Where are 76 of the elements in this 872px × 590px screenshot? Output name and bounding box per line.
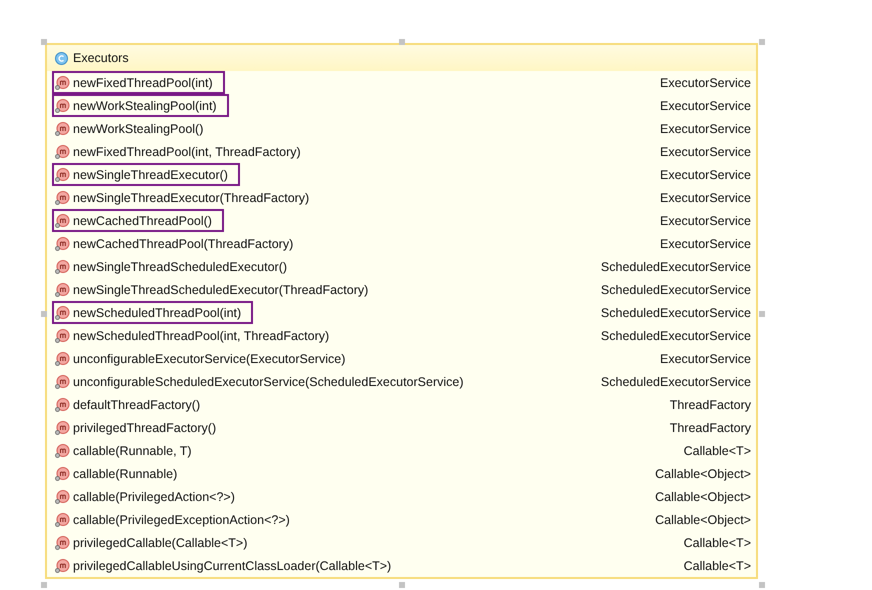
method-icon bbox=[55, 236, 70, 250]
method-icon bbox=[55, 374, 70, 388]
method-icon bbox=[55, 190, 70, 204]
return-type: ScheduledExecutorService bbox=[600, 260, 751, 274]
method-name: newWorkStealingPool() bbox=[73, 122, 204, 136]
method-icon bbox=[55, 466, 70, 480]
method-name: privilegedThreadFactory() bbox=[73, 420, 216, 434]
method-icon bbox=[55, 512, 70, 526]
return-type: Callable<T> bbox=[684, 444, 751, 458]
method-name: callable(Runnable, T) bbox=[73, 444, 192, 458]
method-name: newSingleThreadExecutor() bbox=[73, 168, 228, 182]
return-type: ScheduledExecutorService bbox=[600, 282, 751, 296]
method-name: newScheduledThreadPool(int, ThreadFactory) bbox=[73, 328, 330, 342]
method-name: newCachedThreadPool(ThreadFactory) bbox=[73, 236, 294, 250]
return-type: ExecutorService bbox=[660, 190, 751, 204]
method-name: newCachedThreadPool() bbox=[73, 214, 212, 228]
return-type: ScheduledExecutorService bbox=[600, 306, 751, 320]
method-icon bbox=[55, 398, 70, 412]
method-icon bbox=[55, 214, 70, 228]
return-type: ExecutorService bbox=[660, 236, 751, 250]
method-icon bbox=[55, 168, 70, 182]
method-name: defaultThreadFactory() bbox=[73, 398, 200, 412]
return-type: ExecutorService bbox=[660, 214, 751, 228]
method-name: newWorkStealingPool(int) bbox=[73, 98, 217, 112]
return-type: Callable<Object> bbox=[655, 490, 751, 504]
method-icon bbox=[55, 490, 70, 504]
method-icon bbox=[55, 420, 70, 434]
method-name: newSingleThreadScheduledExecutor(ThreadFactory) bbox=[73, 282, 368, 296]
method-icon bbox=[55, 144, 70, 158]
method-icon bbox=[55, 328, 70, 342]
return-type: Callable<T> bbox=[684, 536, 751, 550]
resize-handle[interactable] bbox=[759, 582, 765, 588]
class-icon bbox=[55, 52, 68, 64]
return-type: Callable<T> bbox=[684, 558, 751, 572]
method-name: newFixedThreadPool(int) bbox=[73, 76, 213, 90]
method-name: newScheduledThreadPool(int) bbox=[73, 306, 242, 320]
method-icon bbox=[55, 306, 70, 320]
method-name: newFixedThreadPool(int, ThreadFactory) bbox=[73, 144, 301, 158]
resize-handle[interactable] bbox=[759, 39, 765, 45]
method-name: newSingleThreadScheduledExecutor() bbox=[73, 260, 288, 274]
method-icon bbox=[55, 282, 70, 296]
method-icon bbox=[55, 98, 70, 112]
return-type: ExecutorService bbox=[660, 144, 751, 158]
return-type: ExecutorService bbox=[660, 98, 751, 112]
method-icon bbox=[55, 352, 70, 366]
method-icon bbox=[55, 260, 70, 274]
method-name: unconfigurableScheduledExecutorService(ScheduledExecutorService) bbox=[73, 374, 464, 388]
return-type: ExecutorService bbox=[660, 76, 751, 90]
return-type: ScheduledExecutorService bbox=[600, 328, 751, 342]
method-icon bbox=[55, 536, 70, 550]
return-type: ExecutorService bbox=[660, 122, 751, 136]
resize-handle[interactable] bbox=[41, 39, 47, 45]
class-name: Executors bbox=[73, 51, 129, 65]
method-name: unconfigurableExecutorService(ExecutorService) bbox=[73, 352, 346, 366]
method-name: newSingleThreadExecutor(ThreadFactory) bbox=[73, 190, 310, 204]
return-type: ExecutorService bbox=[660, 168, 751, 182]
return-type: ExecutorService bbox=[660, 352, 751, 366]
return-type: ThreadFactory bbox=[670, 420, 751, 434]
resize-handle[interactable] bbox=[41, 582, 47, 588]
method-icon bbox=[55, 558, 70, 572]
return-type: Callable<Object> bbox=[655, 512, 751, 526]
method-icon bbox=[55, 76, 70, 90]
return-type: Callable<Object> bbox=[655, 466, 751, 480]
resize-handle[interactable] bbox=[399, 582, 405, 588]
return-type: ThreadFactory bbox=[670, 398, 751, 412]
method-name: callable(Runnable) bbox=[73, 466, 178, 480]
resize-handle[interactable] bbox=[41, 311, 47, 317]
method-icon bbox=[55, 444, 70, 458]
method-name: privilegedCallable(Callable<T>) bbox=[73, 536, 248, 550]
resize-handle[interactable] bbox=[759, 311, 765, 317]
method-name: callable(PrivilegedAction<?>) bbox=[73, 490, 235, 504]
method-name: privilegedCallableUsingCurrentClassLoader(Callable<T>) bbox=[73, 558, 392, 572]
method-icon bbox=[55, 122, 70, 136]
resize-handle[interactable] bbox=[399, 39, 405, 45]
method-name: callable(PrivilegedExceptionAction<?>) bbox=[73, 512, 290, 526]
return-type: ScheduledExecutorService bbox=[600, 374, 751, 388]
